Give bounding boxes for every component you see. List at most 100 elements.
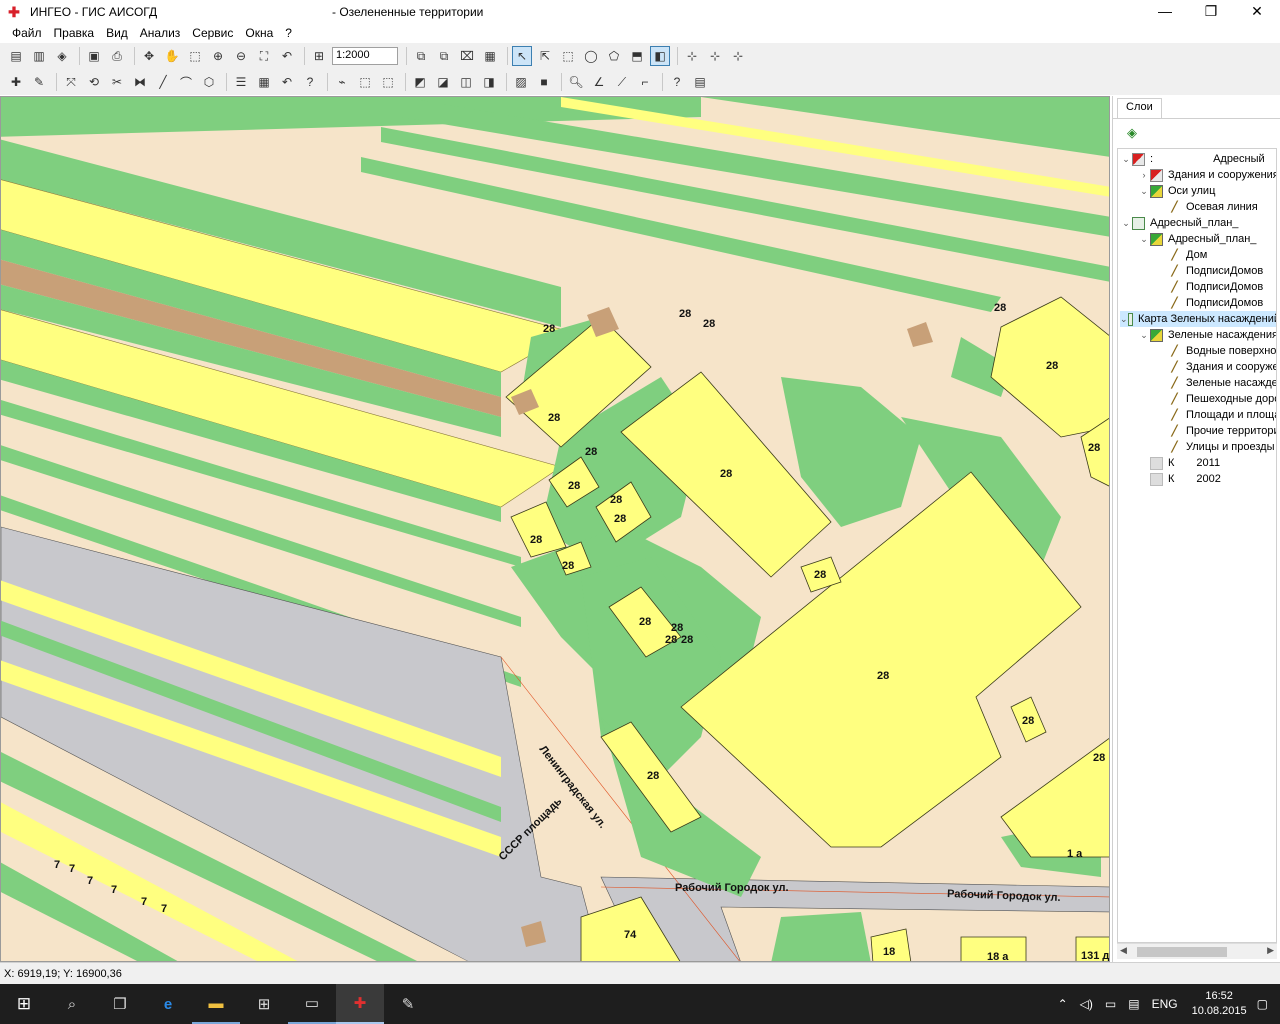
- select-add-icon[interactable]: ⇱: [535, 46, 555, 66]
- report-icon[interactable]: ▤: [690, 72, 710, 92]
- tree-item-style[interactable]: ╱ ПодписиДомов: [1168, 295, 1263, 311]
- tree-item-map[interactable]: ⌄ : Адресный: [1120, 151, 1265, 167]
- house-number-label[interactable]: 28: [1093, 752, 1105, 764]
- store-icon[interactable]: ⊞: [240, 984, 288, 1024]
- tree-item-layer[interactable]: ⌄ Оси улиц: [1138, 183, 1215, 199]
- print-icon[interactable]: ⎙: [107, 46, 127, 66]
- pan-arrows-icon[interactable]: ✥: [139, 46, 159, 66]
- tree-item-map-selected[interactable]: ⌄ Карта Зеленых насаждений: [1120, 311, 1276, 327]
- house-number-label[interactable]: 28: [562, 560, 574, 572]
- edge-browser-icon[interactable]: e: [144, 984, 192, 1024]
- menu-file[interactable]: Файл: [6, 26, 48, 40]
- tree-item-layer[interactable]: › Здания и сооружения: [1138, 167, 1276, 183]
- copy-object-icon[interactable]: ⧉: [411, 46, 431, 66]
- tree-item-style[interactable]: ╱ Водные поверхности: [1168, 343, 1276, 359]
- table-icon[interactable]: ▦: [480, 46, 500, 66]
- subtract-icon[interactable]: ◫: [456, 72, 476, 92]
- chevron-down-icon[interactable]: ⌄: [1138, 330, 1150, 341]
- xor-icon[interactable]: ◨: [479, 72, 499, 92]
- volume-icon[interactable]: ◁): [1080, 997, 1093, 1011]
- zoom-previous-icon[interactable]: ↶: [277, 46, 297, 66]
- tree-item-style[interactable]: ╱ ПодписиДомов: [1168, 279, 1263, 295]
- close-button[interactable]: ✕: [1234, 0, 1280, 24]
- tree-item-style[interactable]: ╱ Дом: [1168, 247, 1207, 263]
- fill-style-icon[interactable]: ◧: [650, 46, 670, 66]
- scrollbar-thumb[interactable]: [1137, 947, 1227, 957]
- tree-item-map-inactive[interactable]: К 2002: [1138, 471, 1221, 487]
- preview-icon[interactable]: ▣: [84, 46, 104, 66]
- house-number-label[interactable]: 28: [639, 616, 651, 628]
- scale-input[interactable]: 1:2000: [332, 47, 398, 65]
- tree-item-map-inactive[interactable]: К 2011: [1138, 455, 1220, 471]
- scale-menu-icon[interactable]: ⊞: [309, 46, 329, 66]
- move-vertex-icon[interactable]: ⤧: [61, 72, 81, 92]
- tree-item-style[interactable]: ╱ ПодписиДомов: [1168, 263, 1263, 279]
- menu-service[interactable]: Сервис: [186, 26, 239, 40]
- house-number-label[interactable]: 28: [679, 308, 691, 320]
- house-number-label[interactable]: 28: [543, 323, 555, 335]
- tree-item-layer[interactable]: ⌄ Зеленые насаждения: [1138, 327, 1276, 343]
- house-number-label[interactable]: 1 а: [1067, 848, 1083, 860]
- chevron-down-icon[interactable]: ⌄: [1120, 154, 1132, 165]
- scroll-right-icon[interactable]: ▶: [1267, 945, 1274, 956]
- tree-item-style[interactable]: ╱ Площади и площадки: [1168, 407, 1276, 423]
- tree-item-style[interactable]: ╱ Здания и сооружения: [1168, 359, 1276, 375]
- help-cursor-icon[interactable]: ?: [300, 72, 320, 92]
- draw-polygon-icon[interactable]: ⬡: [199, 72, 219, 92]
- tree-item-style[interactable]: ╱ Осевая линия: [1168, 199, 1257, 215]
- house-number-label[interactable]: 7: [87, 875, 93, 887]
- snap-node-icon[interactable]: ⊹: [728, 46, 748, 66]
- house-number-label[interactable]: 28: [1022, 715, 1034, 727]
- minimize-button[interactable]: —: [1142, 0, 1188, 24]
- show-hidden-icons-icon[interactable]: ⌃: [1058, 997, 1068, 1011]
- house-number-label[interactable]: 131 д: [1081, 950, 1109, 962]
- select-arrow-icon[interactable]: ↖: [512, 46, 532, 66]
- edit-object-icon[interactable]: ✎: [29, 72, 49, 92]
- measure-distance-icon[interactable]: ⟋: [612, 72, 632, 92]
- house-number-label[interactable]: 28: [720, 468, 732, 480]
- chevron-down-icon[interactable]: ⌄: [1120, 314, 1128, 325]
- house-number-label[interactable]: 7: [54, 859, 60, 871]
- search-icon[interactable]: ⌕: [48, 984, 96, 1024]
- tree-item-layer[interactable]: ⌄ Адресный_план_: [1138, 231, 1256, 247]
- undo-icon[interactable]: ↶: [277, 72, 297, 92]
- rotate-icon[interactable]: ⟲: [84, 72, 104, 92]
- map-canvas[interactable]: 28 28 28 28 28 28 28 28 28 28 28 28 28 2…: [0, 96, 1110, 962]
- zoom-in-icon[interactable]: ⊕: [208, 46, 228, 66]
- chevron-down-icon[interactable]: ⌄: [1138, 186, 1150, 197]
- buffer-icon[interactable]: ⌐: [635, 72, 655, 92]
- draw-arc-icon[interactable]: ⌒: [176, 72, 196, 92]
- select-layer-icon[interactable]: ⬒: [627, 46, 647, 66]
- chevron-down-icon[interactable]: ⌄: [1120, 218, 1132, 229]
- house-number-label[interactable]: 7: [111, 884, 117, 896]
- tab-layers[interactable]: Слои: [1117, 98, 1162, 118]
- select-polygon-icon[interactable]: ⬠: [604, 46, 624, 66]
- house-number-label[interactable]: 28: [548, 412, 560, 424]
- house-number-label[interactable]: 28: [681, 634, 693, 646]
- zoom-all-icon[interactable]: ⛶: [254, 46, 274, 66]
- open-project-icon[interactable]: ▤: [6, 46, 26, 66]
- draw-line-icon[interactable]: ╱: [153, 72, 173, 92]
- notifications-icon[interactable]: ▤: [1128, 997, 1139, 1011]
- taskbar-clock[interactable]: 16:52 10.08.2015: [1192, 989, 1247, 1019]
- query-icon[interactable]: ?: [667, 72, 687, 92]
- task-view-icon[interactable]: ❐: [96, 984, 144, 1024]
- house-number-label[interactable]: 7: [69, 863, 75, 875]
- ingeo-app-icon[interactable]: ✚: [6, 4, 22, 20]
- house-number-label[interactable]: 28: [877, 670, 889, 682]
- zoom-rect-icon[interactable]: ⬚: [185, 46, 205, 66]
- chevron-down-icon[interactable]: ⌄: [1138, 234, 1150, 245]
- scroll-left-icon[interactable]: ◀: [1120, 945, 1127, 956]
- create-object-icon[interactable]: ✚: [6, 72, 26, 92]
- select-circle-icon[interactable]: ◯: [581, 46, 601, 66]
- paint-icon[interactable]: ✎: [384, 984, 432, 1024]
- house-number-label[interactable]: 7: [161, 903, 167, 915]
- delete-object-icon[interactable]: ⌧: [457, 46, 477, 66]
- hatch-icon[interactable]: ▨: [511, 72, 531, 92]
- house-number-label[interactable]: 28: [814, 569, 826, 581]
- house-number-label[interactable]: 28: [610, 494, 622, 506]
- tree-item-style[interactable]: ╱ Зеленые насаждения: [1168, 375, 1276, 391]
- zoom-out-icon[interactable]: ⊖: [231, 46, 251, 66]
- union-icon[interactable]: ◩: [410, 72, 430, 92]
- house-number-label[interactable]: 28: [703, 318, 715, 330]
